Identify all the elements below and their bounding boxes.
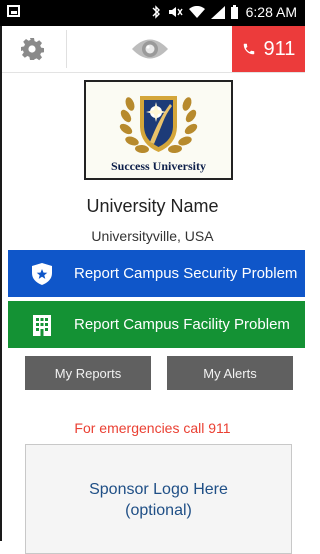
mute-icon [168, 7, 183, 17]
report-security-label: Report Campus Security Problem [74, 265, 298, 282]
sponsor-line-2: (optional) [125, 502, 192, 519]
sponsor-box: Sponsor Logo Here (optional) [25, 444, 292, 554]
logo-caption: Success University [111, 159, 206, 173]
report-facility-label: Report Campus Facility Problem [74, 316, 290, 333]
emergency-notice: For emergencies call 911 [74, 420, 231, 436]
phone-icon [243, 43, 254, 55]
university-crest-icon [119, 96, 198, 154]
status-icons: 6:28 AM [152, 4, 297, 20]
wifi-icon [188, 5, 205, 18]
status-bar: 6:28 AM [0, 0, 305, 26]
report-facility-button[interactable]: Report Campus Facility Problem [8, 301, 305, 348]
settings-button[interactable] [18, 35, 46, 63]
my-alerts-button[interactable]: My Alerts [167, 356, 293, 390]
shield-star-icon [24, 262, 60, 286]
gear-icon [21, 38, 44, 61]
building-icon [24, 314, 60, 336]
toolbar-divider [66, 30, 67, 68]
status-clock: 6:28 AM [245, 4, 297, 20]
report-security-button[interactable]: Report Campus Security Problem [8, 250, 305, 297]
university-name: University Name [86, 196, 219, 216]
screen-frame-edge [0, 26, 2, 541]
call-911-button[interactable]: 911 [232, 26, 305, 72]
university-location: Universityville, USA [91, 228, 214, 244]
call-911-label: 911 [263, 37, 296, 60]
sponsor-text: Sponsor Logo Here (optional) [26, 479, 291, 521]
bluetooth-icon [152, 5, 160, 19]
battery-icon [230, 5, 238, 19]
eye-icon [132, 39, 168, 59]
top-toolbar: 911 [2, 26, 305, 73]
app-logo [130, 35, 170, 63]
screenshot-notification-icon [7, 5, 20, 17]
my-reports-button[interactable]: My Reports [25, 356, 151, 390]
university-logo: Success University [84, 80, 233, 180]
sponsor-line-1: Sponsor Logo Here [89, 481, 228, 498]
signal-icon [210, 5, 225, 19]
